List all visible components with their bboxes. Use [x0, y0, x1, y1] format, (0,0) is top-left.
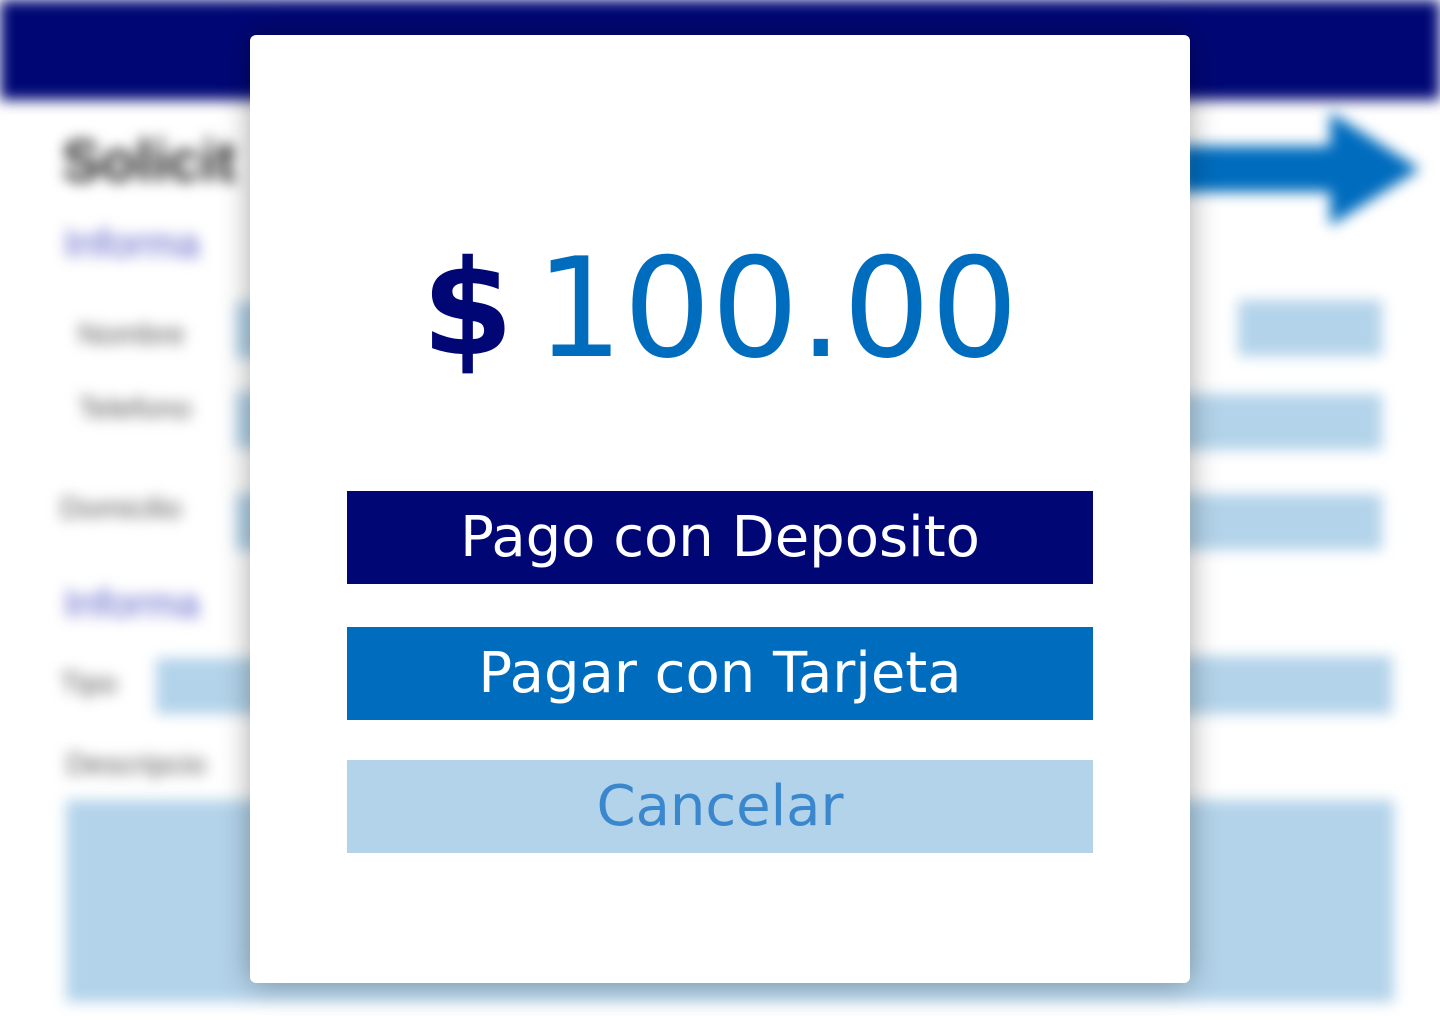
label-domicilio: Domicilio [60, 492, 182, 525]
section-heading-1: Informa [64, 222, 200, 266]
right-field-3 [1180, 494, 1382, 550]
currency-symbol: $ [421, 232, 514, 386]
pay-with-deposit-button[interactable]: Pago con Deposito [347, 491, 1093, 584]
payment-amount: $100.00 [250, 240, 1190, 378]
label-nombre: Nombre [78, 318, 185, 351]
amount-value: 100.00 [535, 228, 1019, 389]
cancel-button[interactable]: Cancelar [347, 760, 1093, 853]
next-arrow-icon [1180, 112, 1420, 226]
label-telefono: Telefono [78, 392, 192, 425]
right-field-2 [1180, 394, 1382, 450]
label-tipo: Tipo [60, 667, 118, 700]
page-title: Solicit [62, 129, 237, 194]
label-descripcion: Descripcio [66, 748, 207, 781]
right-field-4 [1180, 656, 1392, 714]
app-screen: Solicit Informa Nombre Telefono Domicili… [0, 0, 1440, 1024]
payment-modal: $100.00 Pago con Deposito Pagar con Tarj… [250, 35, 1190, 983]
right-field-1 [1238, 300, 1382, 356]
section-heading-2: Informa [64, 582, 200, 626]
pay-with-card-button[interactable]: Pagar con Tarjeta [347, 627, 1093, 720]
